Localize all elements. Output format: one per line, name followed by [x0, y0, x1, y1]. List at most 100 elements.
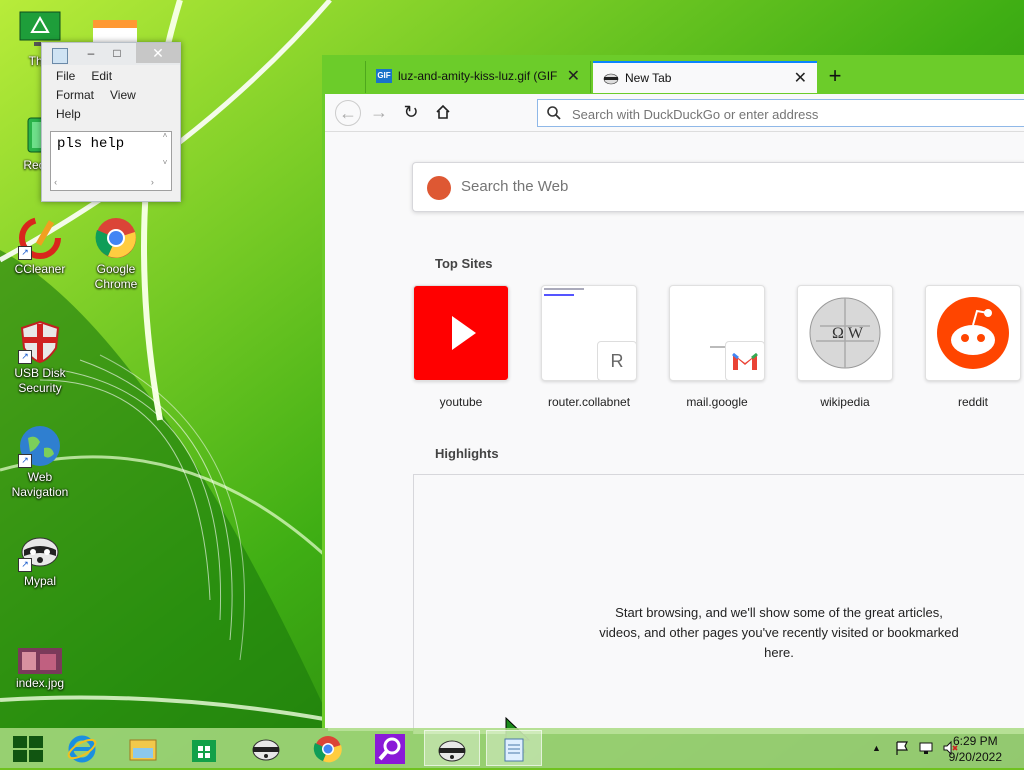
page-thumbnail: [669, 285, 765, 381]
highlights-empty-message: Start browsing, and we'll show some of t…: [599, 605, 959, 660]
clock-time: 6:29 PM: [952, 734, 998, 748]
tab-strip: GIF luz-and-amity-kiss-luz.gif (GIF ✕ Ne…: [325, 58, 1024, 94]
reddit-icon: [925, 285, 1021, 381]
desktop-icon-mypal[interactable]: ↗ Mypal: [4, 528, 76, 589]
mypal-icon: [252, 739, 280, 761]
desktop-icon-label: index.jpg: [15, 676, 65, 690]
top-sites-heading: Top Sites: [435, 256, 493, 271]
top-site-label: mail.google: [686, 395, 748, 409]
top-site-mail-google[interactable]: mail.google: [669, 285, 765, 409]
tab-title: New Tab: [625, 71, 672, 85]
desktop-icon-label: USB Disk Security: [14, 366, 66, 395]
desktop-icon-label: Google Chrome: [94, 262, 138, 291]
menu-edit[interactable]: Edit: [91, 67, 112, 86]
taskbar-chrome[interactable]: [300, 730, 356, 766]
gmail-icon: [725, 341, 764, 380]
notepad-text: pls help: [57, 136, 125, 152]
forward-button[interactable]: →: [367, 100, 391, 124]
taskbar-file-explorer[interactable]: [115, 730, 171, 766]
menu-format[interactable]: Format: [56, 86, 94, 105]
search-icon: [547, 106, 561, 120]
menu-file[interactable]: File: [56, 67, 75, 86]
page-thumbnail: R: [541, 285, 637, 381]
taskbar-mypal-active[interactable]: [424, 730, 480, 766]
address-bar[interactable]: [537, 99, 1024, 127]
back-button[interactable]: ←: [335, 100, 361, 126]
shortcut-arrow-icon: ↗: [18, 558, 32, 572]
shortcut-arrow-icon: ↗: [18, 350, 32, 364]
new-tab-button[interactable]: +: [823, 63, 847, 89]
ccleaner-icon: ↗: [18, 216, 62, 260]
address-input[interactable]: [570, 104, 1014, 124]
tab-new-tab[interactable]: New Tab ✕: [593, 61, 817, 93]
web-search-input[interactable]: [459, 177, 863, 196]
notepad-window[interactable]: ‒ □ ✕ File Edit Format View Help pls help …: [41, 42, 181, 202]
minimize-button[interactable]: ‒: [78, 43, 104, 63]
gif-icon: GIF: [376, 69, 392, 83]
top-site-reddit[interactable]: reddit: [925, 285, 1021, 409]
web-search-box[interactable]: [412, 162, 1024, 212]
desktop-icon-google-chrome[interactable]: Google Chrome: [80, 216, 152, 292]
notepad-icon: [504, 738, 524, 762]
raccoon-icon: ↗: [18, 528, 62, 572]
file-explorer-icon: [129, 739, 157, 761]
desktop-icon-index-jpg[interactable]: index.jpg: [4, 648, 76, 691]
top-site-router-collabnet[interactable]: R router.collabnet: [541, 285, 637, 409]
top-site-wikipedia[interactable]: Ω W wikipedia: [797, 285, 893, 409]
tab-close-button[interactable]: ✕: [567, 66, 580, 86]
clock-date: 9/20/2022: [948, 750, 1002, 764]
taskbar-store[interactable]: [176, 730, 232, 766]
vertical-scrollbar[interactable]: ˄ ˅: [159, 132, 171, 178]
desktop-icon-usb-disk-security[interactable]: ↗ USB Disk Security: [4, 320, 76, 396]
tab-title: luz-and-amity-kiss-luz.gif (GIF: [398, 69, 558, 83]
tab-close-button[interactable]: ✕: [794, 68, 807, 88]
highlights-panel: Start browsing, and we'll show some of t…: [413, 474, 1024, 734]
top-site-youtube[interactable]: youtube: [413, 285, 509, 409]
mypal-icon: [438, 740, 466, 762]
navigation-toolbar: ← → ↻: [325, 94, 1024, 132]
desktop-icon-hidden[interactable]: [93, 20, 137, 42]
youtube-icon: [413, 285, 509, 381]
top-site-label: router.collabnet: [547, 395, 631, 409]
shortcut-arrow-icon: ↗: [18, 246, 32, 260]
taskbar: ▲ 6:29 PM 9/20/2022: [0, 728, 1024, 768]
duckduckgo-icon: [427, 176, 451, 200]
top-site-label: youtube: [439, 395, 483, 409]
show-hidden-icons-button[interactable]: ▲: [872, 743, 881, 753]
site-badge-text: R: [610, 351, 624, 371]
notepad-text-area[interactable]: pls help ˄ ˅ ‹ ›: [50, 131, 172, 191]
chrome-icon: [313, 736, 342, 763]
globe-icon: ↗: [18, 424, 62, 468]
tab-gif[interactable]: GIF luz-and-amity-kiss-luz.gif (GIF ✕: [365, 61, 591, 93]
desktop-icon-ccleaner[interactable]: ↗ CCleaner: [4, 216, 76, 277]
wikipedia-icon: Ω W: [797, 285, 893, 381]
notepad-titlebar[interactable]: ‒ □ ✕: [42, 43, 180, 65]
image-icon: [18, 648, 62, 674]
maximize-button[interactable]: □: [104, 43, 130, 63]
horizontal-scrollbar[interactable]: ‹ ›: [51, 178, 171, 190]
notepad-menubar: File Edit Format View Help: [42, 65, 180, 124]
menu-help[interactable]: Help: [56, 105, 81, 124]
shield-icon: ↗: [18, 320, 62, 364]
browser-window[interactable]: GIF luz-and-amity-kiss-luz.gif (GIF ✕ Ne…: [322, 55, 1024, 734]
reload-button[interactable]: ↻: [399, 100, 423, 124]
top-site-label: wikipedia: [820, 395, 870, 409]
home-button[interactable]: [431, 100, 455, 124]
taskbar-internet-explorer[interactable]: [54, 730, 110, 766]
taskbar-notepad[interactable]: [486, 730, 542, 766]
clock[interactable]: 6:29 PM 9/20/2022: [949, 733, 1002, 765]
home-icon: [436, 104, 450, 119]
taskbar-search-app[interactable]: [362, 730, 418, 766]
raccoon-icon: [603, 71, 619, 85]
new-tab-page: Top Sites youtube R router.collabnet ma: [328, 132, 1024, 734]
start-button[interactable]: [0, 730, 56, 766]
taskbar-mypal[interactable]: [238, 730, 294, 766]
close-button[interactable]: ✕: [136, 43, 180, 63]
network-icon[interactable]: [918, 740, 934, 756]
top-site-label: reddit: [957, 395, 989, 409]
desktop-icon-web-navigation[interactable]: ↗ Web Navigation: [4, 424, 76, 500]
menu-view[interactable]: View: [110, 86, 136, 105]
action-center-flag-icon[interactable]: [894, 740, 910, 756]
desktop-icon-label: CCleaner: [14, 262, 66, 276]
highlights-heading: Highlights: [435, 446, 499, 461]
